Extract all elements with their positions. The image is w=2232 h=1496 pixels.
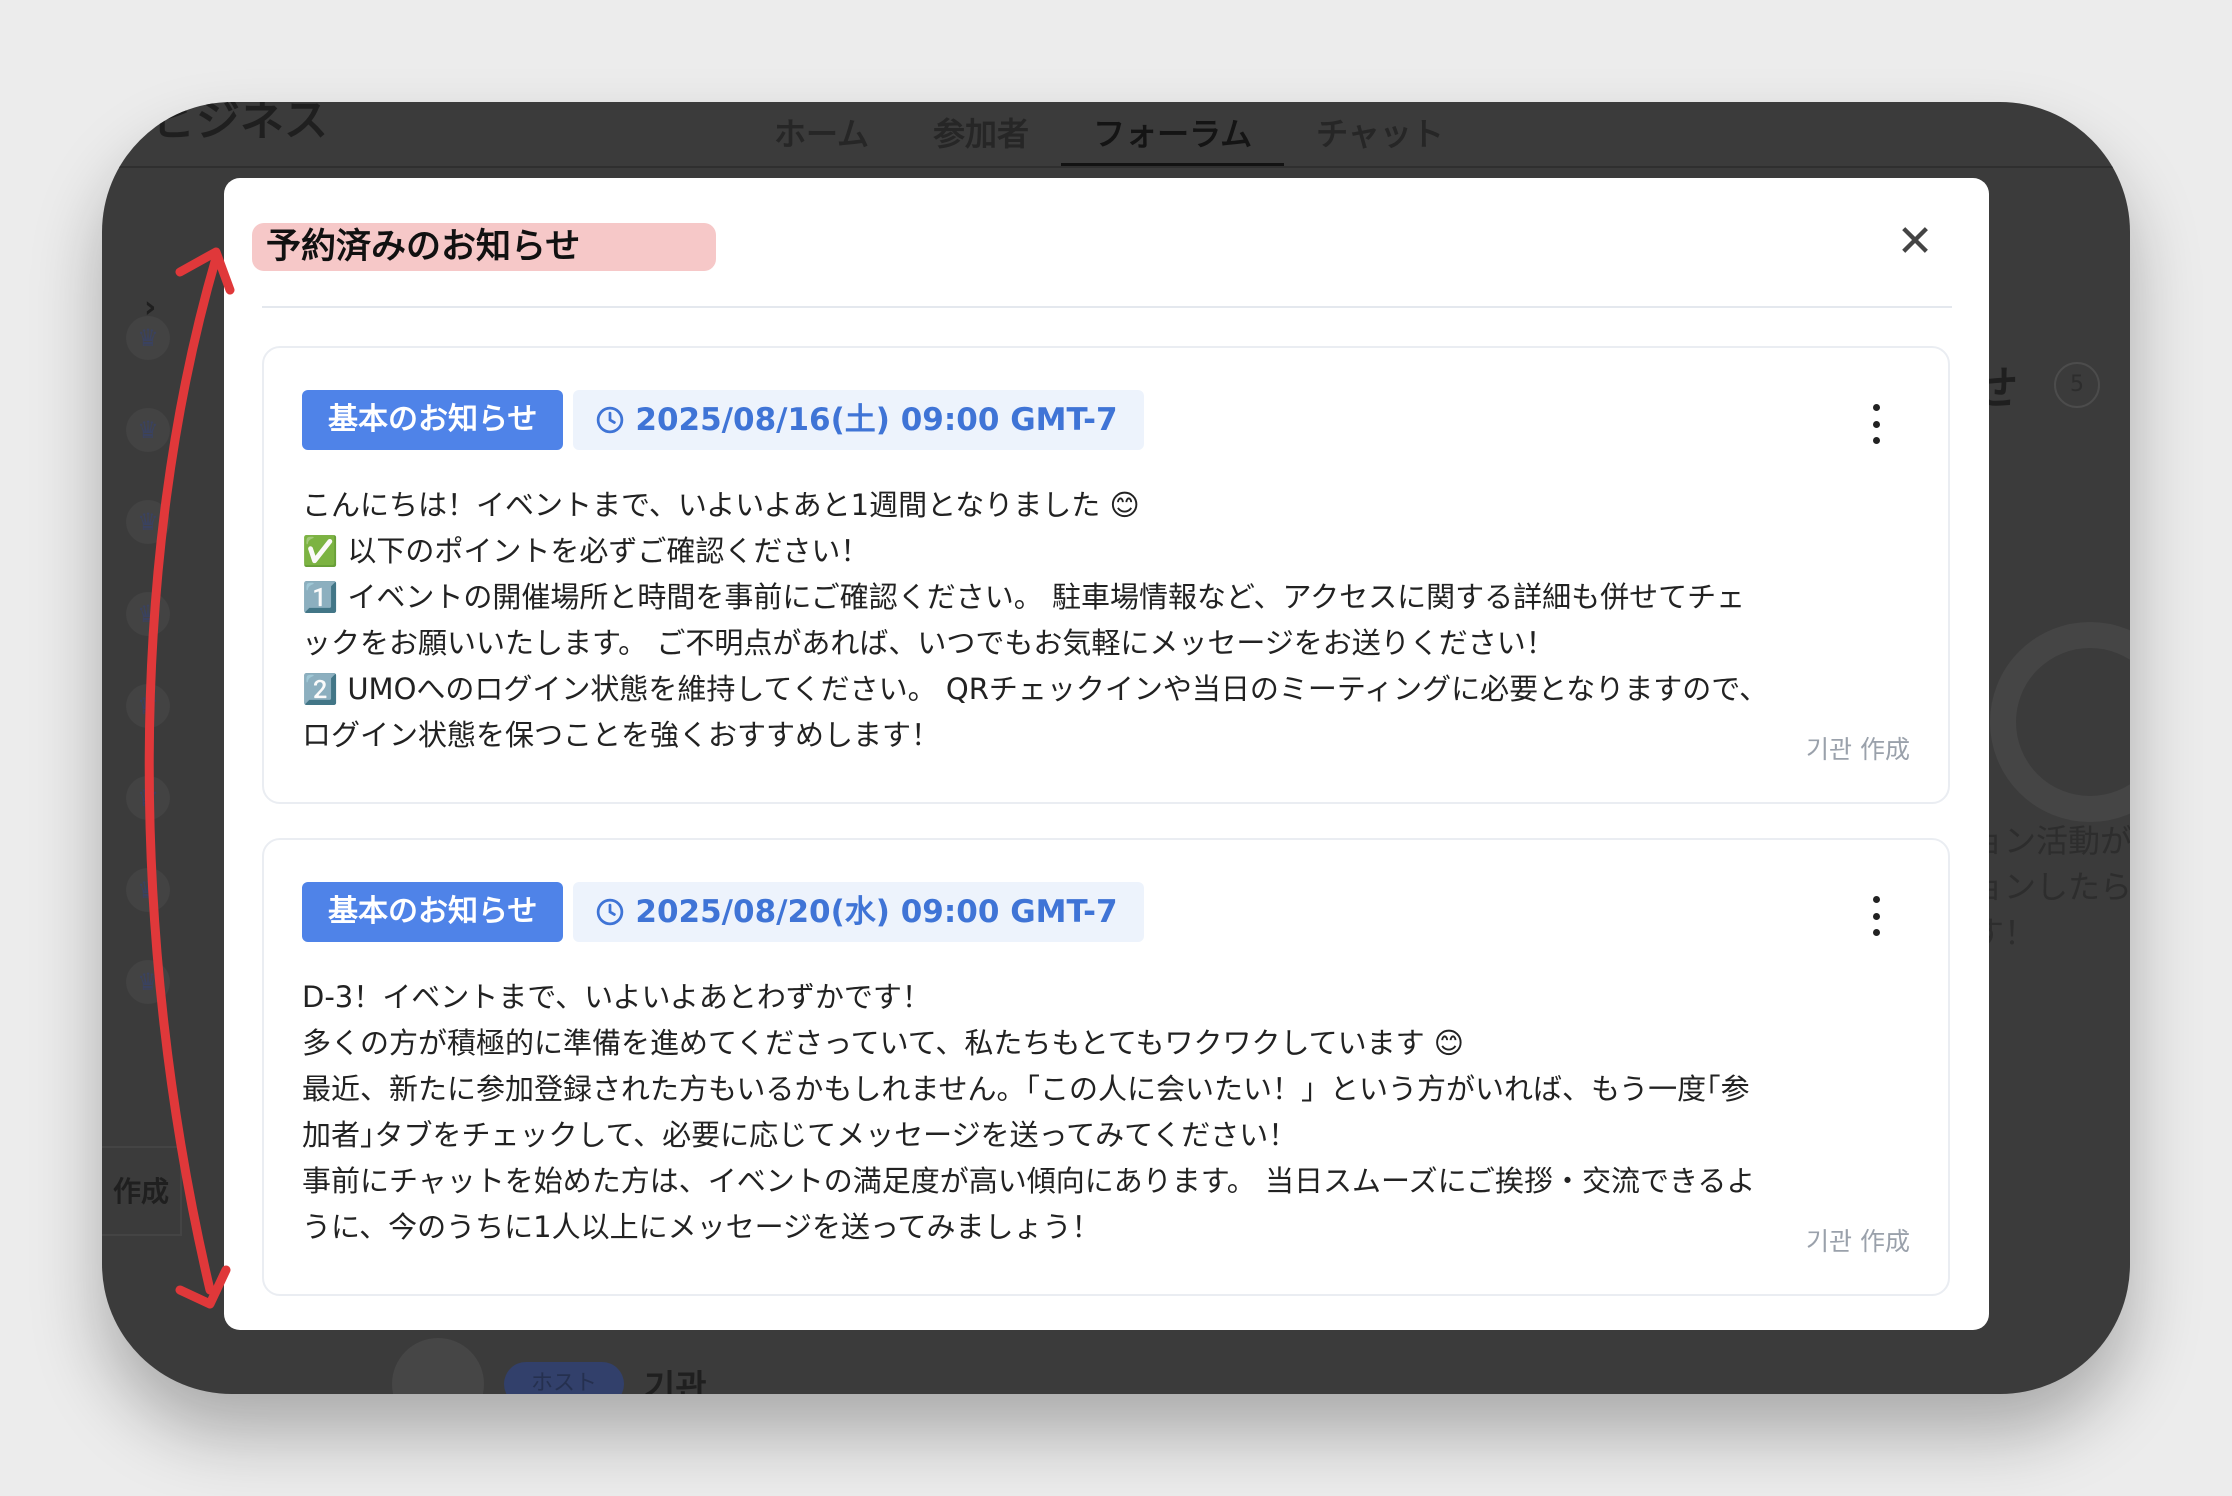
app-header: ビジネス ホーム 参加者 フォーラム チャット <box>102 102 2130 166</box>
notice-author: 기관 作成 <box>1806 735 1910 764</box>
crown-icon[interactable]: ♛ <box>126 500 170 544</box>
notice-type-badge: 基本のお知らせ <box>302 390 564 450</box>
clock-icon <box>597 898 624 926</box>
notice-datetime-badge: 2025/08/16(土) 09:00 GMT-7 <box>573 390 1144 450</box>
crown-icon[interactable]: ♛ <box>126 592 170 636</box>
crown-icon[interactable]: ♛ <box>126 316 170 360</box>
brand-logo: ビジネス <box>152 102 328 146</box>
close-icon[interactable]: ✕ <box>1891 218 1939 266</box>
notice-datetime: 2025/08/16(土) 09:00 GMT-7 <box>635 402 1118 438</box>
clock-icon <box>597 406 624 434</box>
notice-datetime-badge: 2025/08/20(水) 09:00 GMT-7 <box>573 882 1144 942</box>
notice-type-badge: 基本のお知らせ <box>302 882 564 942</box>
more-vertical-icon[interactable] <box>1864 404 1888 444</box>
crown-icon[interactable]: ♛ <box>126 684 170 728</box>
crown-icon[interactable]: ♛ <box>126 960 170 1004</box>
notice-datetime: 2025/08/20(水) 09:00 GMT-7 <box>635 894 1118 930</box>
bg-count-badge: 5 <box>2054 362 2100 408</box>
notice-body: こんにちは！イベントまで、いよいよあと1週間となりました 😊 ✅ 以下のポイント… <box>302 488 1769 752</box>
tab-chat[interactable]: チャット <box>1284 102 1476 166</box>
sidebar: › ♛ ♛ ♛ ♛ ♛ ♛ ♛ ♛ 作成 <box>102 168 212 1394</box>
notice-body: D-3！イベントまで、いよいよあとわずかです！ 多くの方が積極的に準備を進めてく… <box>302 980 1756 1244</box>
notice-author: 기관 作成 <box>1806 1227 1910 1256</box>
modal-divider <box>262 306 1952 308</box>
scheduled-notices-modal: 予約済みのお知らせ ✕ 基本のお知らせ 2025/08/16(土) 09:00 … <box>224 178 1989 1330</box>
at-sign-icon <box>1990 622 2130 822</box>
notice-tags: 基本のお知らせ 2025/08/16(土) 09:00 GMT-7 <box>302 390 1144 450</box>
crown-icon[interactable]: ♛ <box>126 408 170 452</box>
modal-title: 予約済みのお知らせ <box>252 223 716 271</box>
notice-tags: 基本のお知らせ 2025/08/20(水) 09:00 GMT-7 <box>302 882 1144 942</box>
bg-empty-state-text: ョン活動が ョンしたら す！ <box>1972 822 2130 952</box>
crown-icon[interactable]: ♛ <box>126 776 170 820</box>
notice-card: 基本のお知らせ 2025/08/16(土) 09:00 GMT-7 こんにちは！… <box>262 346 1950 804</box>
bg-list-row: ホスト 기관 <box>392 1338 707 1394</box>
tab-participants[interactable]: 参加者 <box>901 102 1061 166</box>
notice-card: 基本のお知らせ 2025/08/20(水) 09:00 GMT-7 D-3！イベ… <box>262 838 1950 1296</box>
tab-forum[interactable]: フォーラム <box>1061 102 1285 166</box>
more-vertical-icon[interactable] <box>1864 896 1888 936</box>
sidebar-create-button[interactable]: 作成 <box>102 1146 182 1236</box>
host-badge: ホスト <box>504 1362 624 1394</box>
crown-icon[interactable]: ♛ <box>126 868 170 912</box>
tab-home[interactable]: ホーム <box>742 102 901 166</box>
avatar <box>392 1338 484 1394</box>
top-nav: ホーム 参加者 フォーラム チャット <box>742 102 1476 166</box>
header-divider <box>102 166 2130 168</box>
bg-row-name: 기관 <box>644 1367 707 1395</box>
